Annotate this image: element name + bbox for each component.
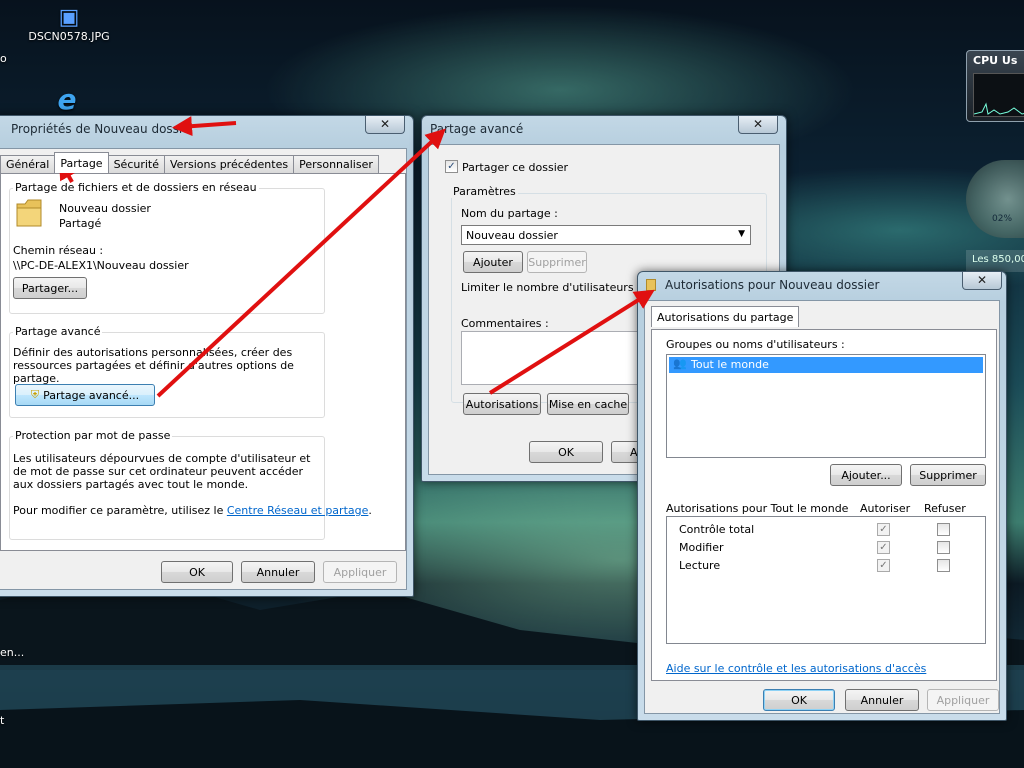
allow-checkbox[interactable]: ✓ xyxy=(877,523,890,536)
shield-icon: ⛨ xyxy=(30,388,40,401)
permissions-tabs: Autorisations du partage xyxy=(651,306,800,327)
desktop-stub-label-2: t xyxy=(0,714,5,727)
help-permissions-link[interactable]: Aide sur le contrôle et les autorisation… xyxy=(666,662,926,675)
folder-state: Partagé xyxy=(59,217,102,230)
advanced-share-caption: Partage avancé xyxy=(13,325,103,338)
parameters-caption: Paramètres xyxy=(451,185,518,198)
desktop-icon-ie[interactable]: e xyxy=(52,86,82,114)
properties-client: Général Partage Sécurité Versions précéd… xyxy=(0,148,407,590)
perm-name: Modifier xyxy=(679,541,724,554)
list-item-label: Tout le monde xyxy=(691,358,769,371)
perm-name: Lecture xyxy=(679,559,721,572)
desktop-stub-top: o xyxy=(0,52,7,65)
cpu-gadget[interactable]: CPU Us xyxy=(966,50,1024,122)
tab-versions[interactable]: Versions précédentes xyxy=(164,155,295,173)
cpu-graph-line xyxy=(973,102,1024,115)
deny-checkbox[interactable] xyxy=(937,559,950,572)
tab-share-permissions[interactable]: Autorisations du partage xyxy=(651,306,800,327)
folder-icon xyxy=(16,199,42,227)
permissions-cancel-button[interactable]: Annuler xyxy=(845,689,919,711)
caching-button[interactable]: Mise en cache xyxy=(547,393,629,415)
share-permissions-panel: Groupes ou noms d'utilisateurs : 👥 Tout … xyxy=(651,329,997,681)
share-remove-button[interactable]: Supprimer xyxy=(527,251,587,273)
users-group-icon: 👥 xyxy=(673,357,687,370)
advanced-share-description: Définir des autorisations personnalisées… xyxy=(13,346,294,385)
allow-checkbox[interactable]: ✓ xyxy=(877,541,890,554)
tab-general[interactable]: Général xyxy=(0,155,56,173)
password-caption: Protection par mot de passe xyxy=(13,429,173,442)
gauge-gadget[interactable]: 02% xyxy=(966,160,1024,238)
permissions-button[interactable]: Autorisations xyxy=(463,393,541,415)
table-row: Modifier ✓ xyxy=(667,539,985,557)
comments-label: Commentaires : xyxy=(461,317,549,330)
share-name-label: Nom du partage : xyxy=(461,207,558,220)
network-path-label: Chemin réseau : xyxy=(13,244,104,257)
properties-cancel-button[interactable]: Annuler xyxy=(241,561,315,583)
advanced-share-button[interactable]: ⛨ Partage avancé... xyxy=(15,384,155,406)
network-share-caption: Partage de fichiers et de dossiers en ré… xyxy=(13,181,259,194)
permissions-ok-button[interactable]: OK xyxy=(763,689,835,711)
deny-header: Refuser xyxy=(924,502,966,515)
cpu-graph xyxy=(973,73,1024,117)
groups-label: Groupes ou noms d'utilisateurs : xyxy=(666,338,845,351)
partage-panel: Partage de fichiers et de dossiers en ré… xyxy=(0,173,406,551)
allow-header: Autoriser xyxy=(860,502,911,515)
chevron-down-icon: ▼ xyxy=(738,229,745,239)
perms-header: Autorisations pour Tout le monde xyxy=(666,502,849,515)
groups-listbox[interactable]: 👥 Tout le monde xyxy=(666,354,986,458)
share-button[interactable]: Partager... xyxy=(13,277,87,299)
network-center-link[interactable]: Centre Réseau et partage xyxy=(227,504,369,517)
deny-checkbox[interactable] xyxy=(937,523,950,536)
network-path-value: \\PC-DE-ALEX1\Nouveau dossier xyxy=(13,259,189,272)
comments-textarea[interactable] xyxy=(461,331,661,385)
advanced-close-button[interactable]: ✕ xyxy=(738,116,778,134)
perm-name: Contrôle total xyxy=(679,523,755,536)
folder-small-icon xyxy=(646,279,656,291)
permissions-client: Autorisations du partage Groupes ou noms… xyxy=(644,300,1000,714)
password-description: Les utilisateurs dépourvues de compte d'… xyxy=(13,452,311,491)
password-modify-prefix: Pour modifier ce paramètre, utilisez le xyxy=(13,504,227,517)
tab-personnaliser[interactable]: Personnaliser xyxy=(293,155,379,173)
share-name-select[interactable]: Nouveau dossier ▼ xyxy=(461,225,751,245)
properties-tabs: Général Partage Sécurité Versions précéd… xyxy=(0,152,379,173)
advanced-ok-button[interactable]: OK xyxy=(529,441,603,463)
share-add-button[interactable]: Ajouter xyxy=(463,251,523,273)
share-folder-checkbox[interactable]: ✓ xyxy=(445,160,458,173)
photo-file-icon: ▣ xyxy=(58,5,80,30)
table-row: Lecture ✓ xyxy=(667,557,985,575)
advanced-window-title: Partage avancé xyxy=(430,122,524,136)
permissions-close-button[interactable]: ✕ xyxy=(962,272,1002,290)
desktop-icon-photo-label: DSCN0578.JPG xyxy=(28,30,110,43)
perm-remove-button[interactable]: Supprimer xyxy=(910,464,986,486)
deny-checkbox[interactable] xyxy=(937,541,950,554)
list-item-tout-le-monde[interactable]: 👥 Tout le monde xyxy=(669,357,983,373)
share-folder-label: Partager ce dossier xyxy=(462,161,569,174)
gauge-value: 02% xyxy=(992,214,1013,224)
properties-apply-button[interactable]: Appliquer xyxy=(323,561,397,583)
perm-add-button[interactable]: Ajouter... xyxy=(830,464,902,486)
permissions-apply-button[interactable]: Appliquer xyxy=(927,689,999,711)
share-name-value: Nouveau dossier xyxy=(466,229,558,242)
desktop-stub-label-1: en... xyxy=(0,646,25,659)
permissions-list: Contrôle total ✓ Modifier ✓ Lecture ✓ xyxy=(666,516,986,644)
tab-securite[interactable]: Sécurité xyxy=(107,155,166,173)
properties-window[interactable]: Propriétés de Nouveau dossier ✕ Général … xyxy=(0,115,414,597)
properties-window-title: Propriétés de Nouveau dossier xyxy=(11,122,195,136)
internet-explorer-icon: e xyxy=(57,83,77,116)
desktop-icon-photo[interactable]: ▣ DSCN0578.JPG xyxy=(24,5,114,44)
cpu-gadget-title: CPU Us xyxy=(973,54,1018,67)
table-row: Contrôle total ✓ xyxy=(667,521,985,539)
allow-checkbox[interactable]: ✓ xyxy=(877,559,890,572)
properties-close-button[interactable]: ✕ xyxy=(365,116,405,134)
permissions-window-title: Autorisations pour Nouveau dossier xyxy=(665,278,880,292)
permissions-window[interactable]: Autorisations pour Nouveau dossier ✕ Aut… xyxy=(637,271,1007,721)
properties-ok-button[interactable]: OK xyxy=(161,561,233,583)
tab-partage[interactable]: Partage xyxy=(54,152,109,173)
password-modify-line: Pour modifier ce paramètre, utilisez le … xyxy=(13,504,372,517)
price-gadget: Les 850,00 xyxy=(966,250,1024,272)
folder-name: Nouveau dossier xyxy=(59,202,151,215)
password-modify-suffix: . xyxy=(368,504,372,517)
advanced-share-button-label: Partage avancé... xyxy=(43,388,140,402)
